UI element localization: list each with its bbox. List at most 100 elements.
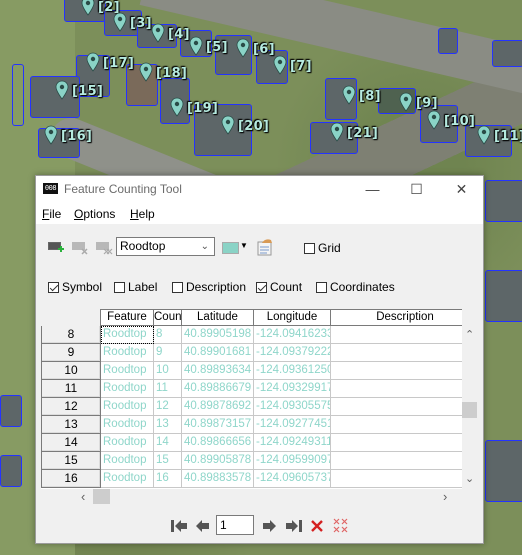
next-record-icon[interactable] (260, 518, 278, 534)
cell-desc[interactable] (331, 344, 462, 362)
grid-checkbox[interactable]: Grid (304, 241, 341, 255)
cell-feature[interactable]: Roodtop (101, 326, 154, 344)
cell-lon[interactable]: -124.09277451 (254, 416, 331, 434)
row-header[interactable]: 14 (41, 434, 101, 452)
checkbox-box[interactable] (256, 281, 267, 293)
cell-lon[interactable]: -124.09249311 (254, 434, 331, 452)
cell-count[interactable]: 14 (154, 434, 182, 452)
cell-count[interactable]: 8 (154, 326, 182, 344)
cell-count[interactable]: 9 (154, 344, 182, 362)
feature-type-select[interactable]: Roodtop ⌄ (116, 237, 215, 256)
row-header[interactable]: 10 (41, 362, 101, 380)
previous-record-icon[interactable] (194, 518, 212, 534)
map-pin-icon[interactable] (81, 0, 95, 18)
cell-count[interactable]: 13 (154, 416, 182, 434)
table-row[interactable]: 15 Roodtop 15 40.89905878 -124.09599097 (41, 452, 462, 470)
cell-desc[interactable] (331, 398, 462, 416)
table-row[interactable]: 13 Roodtop 13 40.89873157 -124.09277451 (41, 416, 462, 434)
map-pin-icon[interactable] (86, 52, 100, 74)
cell-feature[interactable]: Roodtop (101, 362, 154, 380)
checkbox-box[interactable] (48, 281, 59, 293)
option-label-checkbox[interactable]: Label (114, 280, 157, 294)
delete-record-icon[interactable] (308, 518, 326, 534)
cell-desc[interactable] (331, 380, 462, 398)
map-pin-icon[interactable] (399, 92, 413, 114)
map-pin-icon[interactable] (44, 125, 58, 147)
remove-all-features-icon[interactable] (96, 241, 114, 255)
menu-options[interactable]: Options (74, 207, 115, 221)
cell-lon[interactable]: -124.09605737 (254, 470, 331, 488)
cell-count[interactable]: 12 (154, 398, 182, 416)
scroll-right-icon[interactable]: › (443, 489, 447, 504)
cell-lon[interactable]: -124.09416233 (254, 326, 331, 344)
menu-help[interactable]: Help (130, 207, 155, 221)
remove-feature-icon[interactable] (72, 241, 90, 255)
map-pin-icon[interactable] (342, 85, 356, 107)
row-header[interactable]: 13 (41, 416, 101, 434)
add-feature-icon[interactable] (48, 241, 66, 255)
map-pin-icon[interactable] (221, 115, 235, 137)
table-row[interactable]: 10 Roodtop 10 40.89893634 -124.09361250 (41, 362, 462, 380)
vertical-scrollbar[interactable]: ⌃ ⌄ (462, 326, 479, 488)
row-header[interactable]: 8 (41, 326, 101, 344)
delete-all-records-icon[interactable] (332, 518, 350, 534)
cell-lat[interactable]: 40.89901681 (182, 344, 254, 362)
map-pin-icon[interactable] (236, 38, 250, 60)
last-record-icon[interactable] (284, 518, 302, 534)
cell-feature[interactable]: Roodtop (101, 416, 154, 434)
table-row[interactable]: 12 Roodtop 12 40.89878692 -124.09305575 (41, 398, 462, 416)
cell-lat[interactable]: 40.89905198 (182, 326, 254, 344)
option-coordinates-checkbox[interactable]: Coordinates (316, 280, 395, 294)
column-header-count[interactable]: Count (154, 309, 185, 326)
cell-lat[interactable]: 40.89905878 (182, 452, 254, 470)
close-button[interactable]: ✕ (439, 176, 484, 202)
option-symbol-checkbox[interactable]: Symbol (48, 280, 102, 294)
option-description-checkbox[interactable]: Description (172, 280, 246, 294)
cell-lat[interactable]: 40.89873157 (182, 416, 254, 434)
map-pin-icon[interactable] (477, 125, 491, 147)
cell-desc[interactable] (331, 362, 462, 380)
map-pin-icon[interactable] (139, 62, 153, 84)
map-pin-icon[interactable] (273, 55, 287, 77)
table-row[interactable]: 14 Roodtop 14 40.89866656 -124.09249311 (41, 434, 462, 452)
cell-count[interactable]: 11 (154, 380, 182, 398)
row-header[interactable]: 9 (41, 344, 101, 362)
cell-lat[interactable]: 40.89886679 (182, 380, 254, 398)
horizontal-scroll-thumb[interactable] (93, 489, 110, 504)
map-pin-icon[interactable] (170, 97, 184, 119)
scroll-up-icon[interactable]: ⌃ (465, 328, 474, 341)
cell-count[interactable]: 16 (154, 470, 182, 488)
cell-lon[interactable]: -124.09305575 (254, 398, 331, 416)
table-row[interactable]: 16 Roodtop 16 40.89883578 -124.09605737 (41, 470, 462, 488)
cell-feature[interactable]: Roodtop (101, 398, 154, 416)
map-pin-icon[interactable] (330, 122, 344, 144)
feature-color-swatch[interactable] (222, 242, 239, 254)
cell-lon[interactable]: -124.09329917 (254, 380, 331, 398)
row-header[interactable]: 12 (41, 398, 101, 416)
column-header-feature[interactable]: Feature (101, 309, 154, 326)
option-count-checkbox[interactable]: Count (256, 280, 302, 294)
vertical-scroll-thumb[interactable] (462, 402, 477, 418)
map-pin-icon[interactable] (113, 12, 127, 34)
cell-feature[interactable]: Roodtop (101, 344, 154, 362)
record-number-input[interactable]: 1 (216, 515, 254, 535)
scroll-down-icon[interactable]: ⌄ (465, 472, 474, 485)
grid-checkbox-box[interactable] (304, 242, 315, 254)
first-record-icon[interactable] (170, 518, 188, 534)
properties-clipboard-icon[interactable] (256, 238, 274, 256)
maximize-button[interactable]: ☐ (394, 176, 439, 202)
cell-lon[interactable]: -124.09379222 (254, 344, 331, 362)
cell-lon[interactable]: -124.09361250 (254, 362, 331, 380)
map-pin-icon[interactable] (151, 23, 165, 45)
column-header-description[interactable]: Description (331, 309, 462, 326)
cell-lat[interactable]: 40.89893634 (182, 362, 254, 380)
checkbox-box[interactable] (172, 281, 183, 293)
cell-feature[interactable]: Roodtop (101, 452, 154, 470)
table-row[interactable]: 8 Roodtop 8 40.89905198 -124.09416233 (41, 326, 462, 344)
grid-corner-header[interactable] (41, 309, 101, 326)
cell-count[interactable]: 15 (154, 452, 182, 470)
checkbox-box[interactable] (114, 281, 125, 293)
row-header[interactable]: 11 (41, 380, 101, 398)
column-header-latitude[interactable]: Latitude (182, 309, 254, 326)
cell-desc[interactable] (331, 326, 462, 344)
